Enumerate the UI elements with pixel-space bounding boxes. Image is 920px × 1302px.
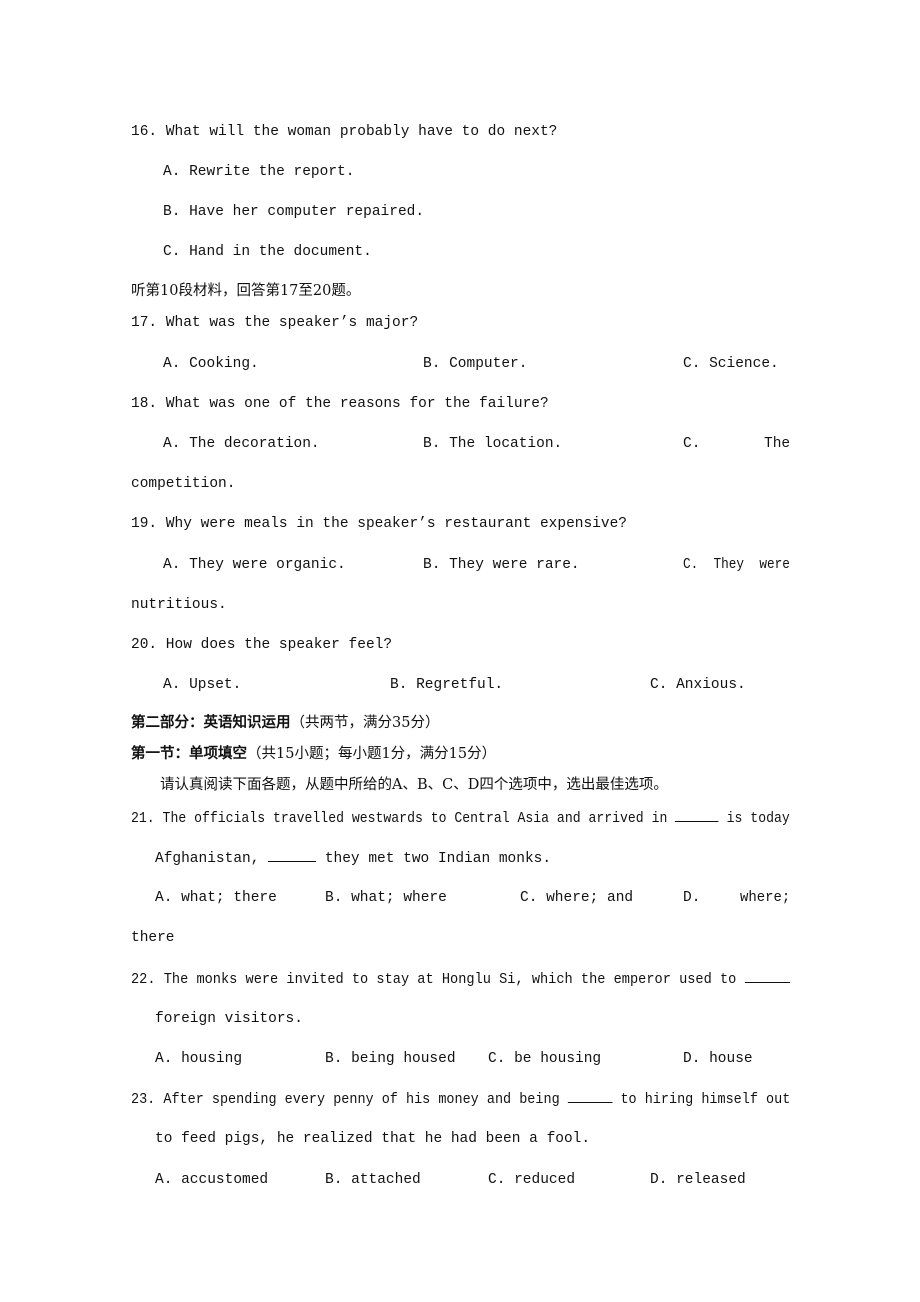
q21-option-d-wrap: there [131,930,175,946]
q20-option-c: C. Anxious. [650,677,746,693]
q20-option-b: B. Regretful. [390,677,504,693]
q16-option-a: A. Rewrite the report. [163,164,355,180]
q23-text-b: to hiring himself out [620,1092,791,1108]
q22-text-a: 22. The monks were invited to stay at Ho… [131,972,737,988]
q17-option-b: B. Computer. [423,356,528,372]
q21-option-a: A. what; there [155,890,277,906]
q21-option-d-label: D. [683,890,701,906]
q19-option-b: B. They were rare. [423,557,580,573]
q19-option-a: A. They were organic. [163,557,346,573]
q16-option-b: B. Have her computer repaired. [163,204,425,220]
question-20-stem: 20. How does the speaker feel? [131,637,393,653]
q22-option-b: B. being housed [325,1051,456,1067]
question-23-line1: 23. After spending every penny of his mo… [131,1090,790,1109]
q17-option-a: A. Cooking. [163,356,259,372]
question-17-stem: 17. What was the speaker’s major? [131,315,419,331]
question-23-line2: to feed pigs, he realized that he had be… [155,1131,591,1147]
question-21-line2: Afghanistan, they met two Indian monks. [155,849,551,868]
q18-option-c-wrap: competition. [131,476,236,492]
question-19-stem: 19. Why were meals in the speaker’s rest… [131,516,627,532]
q22-option-a: A. housing [155,1051,243,1067]
q21-option-b: B. what; where [325,890,447,906]
listening-instruction-10: 听第10段材料，回答第17至20题。 [131,283,361,299]
part-two-heading: 第二部分：英语知识运用（共两节，满分35分） [131,714,439,732]
section-one-instruction: 请认真阅读下面各题，从题中所给的A、B、C、D四个选项中，选出最佳选项。 [160,777,668,793]
q22-option-c: C. be housing [488,1051,602,1067]
q22-blank [744,970,790,983]
q18-option-b: B. The location. [423,436,563,452]
q21-blank-2 [268,849,317,862]
question-16-stem: 16. What will the woman probably have to… [131,124,558,140]
q23-text-a: 23. After spending every penny of his mo… [131,1092,560,1108]
section-one-title: 第一节：单项填空 [131,745,247,762]
q20-option-a: A. Upset. [163,677,242,693]
section-one-score: （共15小题；每小题1分，满分15分） [247,746,497,762]
q21-text-d: they met two Indian monks. [324,851,552,867]
q17-option-c: C. Science. [683,356,779,372]
q19-option-c-wrap: nutritious. [131,597,227,613]
q21-text-a: 21. The officials travelled westwards to… [131,811,668,827]
q22-option-d: D. house [683,1051,753,1067]
q18-option-c-label: C. [683,436,701,452]
q21-text-b: is today [726,811,790,827]
question-22-line1: 22. The monks were invited to stay at Ho… [131,970,790,989]
q23-option-c: C. reduced [488,1172,576,1188]
question-22-line2: foreign visitors. [155,1011,303,1027]
q23-option-d: D. released [650,1172,746,1188]
q21-blank-1 [675,809,719,822]
q23-blank [567,1090,613,1103]
q23-option-b: B. attached [325,1172,421,1188]
q18-option-c-text: The [764,436,791,452]
section-one-heading: 第一节：单项填空（共15小题；每小题1分，满分15分） [131,745,496,763]
question-18-stem: 18. What was one of the reasons for the … [131,396,549,412]
q21-option-d-text: where; [740,890,791,906]
q16-option-c: C. Hand in the document. [163,244,372,260]
q23-option-a: A. accustomed [155,1172,269,1188]
question-21-line1: 21. The officials travelled westwards to… [131,809,790,828]
q21-option-c: C. where; and [520,890,634,906]
q21-text-c: Afghanistan, [155,851,260,867]
q18-option-a: A. The decoration. [163,436,320,452]
part-two-title: 第二部分：英语知识运用 [131,714,291,731]
part-two-score: （共两节，满分35分） [290,715,440,731]
q19-option-c: C. They were [683,557,790,573]
